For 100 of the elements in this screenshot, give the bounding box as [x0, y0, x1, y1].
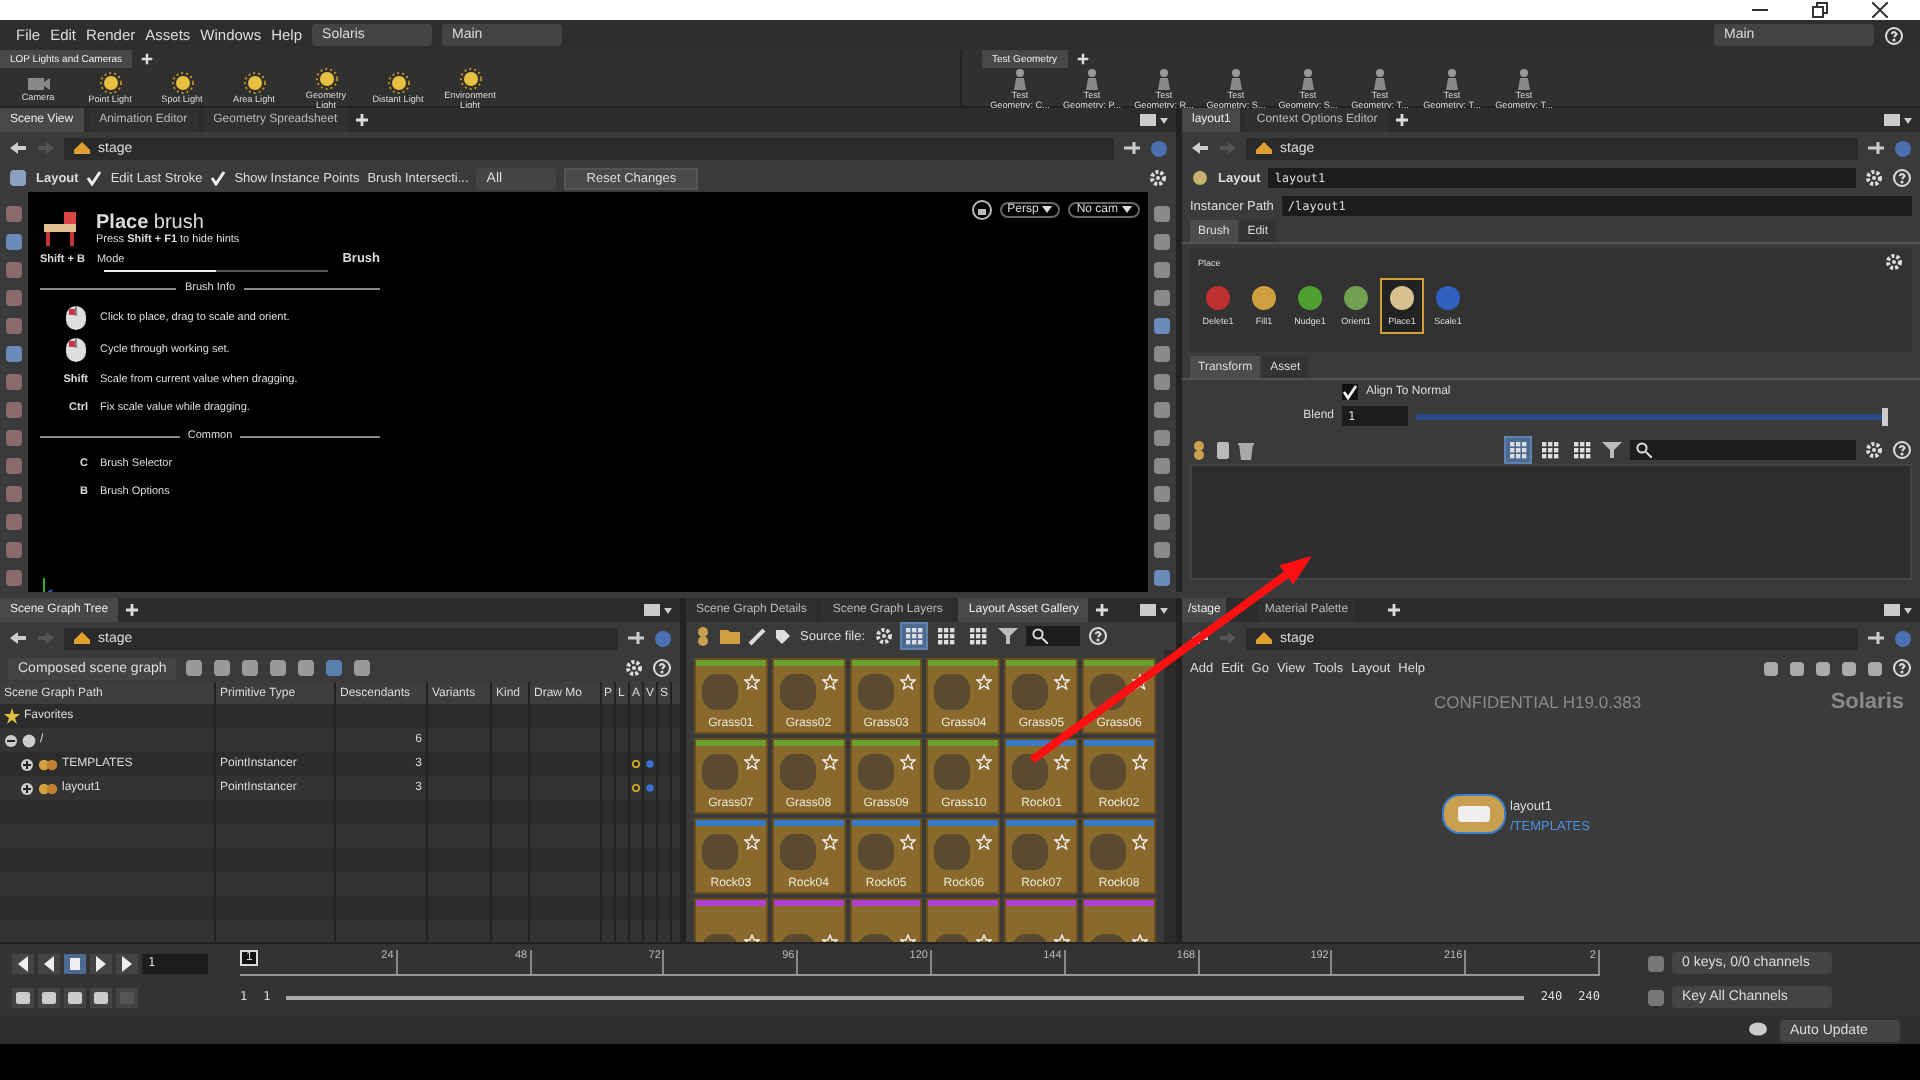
trash-icon[interactable]: [1238, 440, 1254, 460]
figure-icon[interactable]: [1444, 68, 1460, 90]
help-icon[interactable]: [1892, 440, 1912, 460]
expand-icon[interactable]: [20, 781, 34, 795]
search-field[interactable]: [1630, 440, 1856, 460]
add-tab-icon[interactable]: [353, 112, 370, 128]
stop-icon[interactable]: [64, 953, 86, 973]
toolbar-icon[interactable]: [268, 658, 289, 678]
help-icon[interactable]: [1884, 25, 1904, 45]
figure-icon[interactable]: [1372, 68, 1388, 90]
star-icon[interactable]: [899, 834, 916, 850]
star-icon[interactable]: [1132, 674, 1149, 690]
add-tab-icon[interactable]: [1075, 52, 1090, 66]
pane-menu-icon[interactable]: [1884, 602, 1912, 618]
figure-icon[interactable]: [1300, 68, 1316, 90]
grid-view-icon[interactable]: [1538, 438, 1562, 462]
toolbar-icon[interactable]: [324, 658, 345, 678]
pane-menu-icon[interactable]: [1140, 602, 1168, 618]
restore-icon[interactable]: [1812, 2, 1828, 18]
light-icon[interactable]: [387, 72, 409, 95]
figure-icon[interactable]: [1516, 68, 1532, 90]
speech-bubble-icon[interactable]: [1748, 1022, 1768, 1038]
blend-slider-fill[interactable]: [1416, 413, 1888, 419]
help-icon[interactable]: [652, 658, 672, 678]
pane-menu-icon[interactable]: [1140, 112, 1168, 128]
checkmark-icon[interactable]: [210, 170, 227, 186]
help-icon[interactable]: [1087, 626, 1108, 646]
checkmark-icon[interactable]: [86, 170, 103, 186]
pin-icon[interactable]: [1122, 140, 1142, 156]
pin-icon[interactable]: [1866, 630, 1886, 646]
expand-icon[interactable]: [20, 757, 34, 771]
pin-icon[interactable]: [626, 630, 646, 646]
playback-icon[interactable]: [38, 987, 60, 1007]
help-icon[interactable]: [1892, 658, 1912, 678]
star-icon[interactable]: [899, 674, 916, 690]
star-icon[interactable]: [743, 834, 760, 850]
grid-view-icon[interactable]: [1570, 438, 1594, 462]
back-arrow-icon[interactable]: [8, 630, 28, 646]
playback-icon[interactable]: [38, 953, 60, 973]
toolbar-icon[interactable]: [296, 658, 317, 678]
star-icon[interactable]: [821, 674, 838, 690]
layout-node[interactable]: [1442, 794, 1506, 834]
minimize-icon[interactable]: [1752, 4, 1768, 16]
filter-icon[interactable]: [997, 626, 1018, 646]
camera-icon[interactable]: [26, 74, 50, 93]
folder-icon[interactable]: [720, 628, 740, 644]
toolbar-icon[interactable]: [352, 658, 373, 678]
checkbox[interactable]: [1342, 384, 1358, 400]
collapse-icon[interactable]: [4, 733, 18, 747]
pane-menu-icon[interactable]: [644, 602, 672, 618]
star-icon[interactable]: [976, 754, 993, 770]
grid-view-icon[interactable]: [901, 624, 926, 648]
playback-icon[interactable]: [64, 987, 86, 1007]
layout-tool-icon[interactable]: [8, 168, 28, 188]
add-tab-icon[interactable]: [124, 602, 141, 618]
toolbar-icon[interactable]: [240, 658, 261, 678]
star-icon[interactable]: [1132, 754, 1149, 770]
star-icon[interactable]: [976, 674, 993, 690]
playback-icon[interactable]: [12, 987, 34, 1007]
add-tab-icon[interactable]: [1094, 602, 1111, 618]
figure-icon[interactable]: [1156, 68, 1172, 90]
light-icon[interactable]: [99, 72, 121, 95]
star-icon[interactable]: [1132, 834, 1149, 850]
star-icon[interactable]: [1054, 834, 1071, 850]
star-icon[interactable]: [1054, 754, 1071, 770]
back-arrow-icon[interactable]: [1190, 140, 1210, 156]
star-icon[interactable]: [899, 754, 916, 770]
grid-view-icon[interactable]: [933, 624, 958, 648]
add-tab-icon[interactable]: [1386, 602, 1403, 618]
back-arrow-icon[interactable]: [8, 140, 28, 156]
star-icon[interactable]: [821, 754, 838, 770]
playback-icon[interactable]: [12, 953, 34, 973]
slider-handle[interactable]: [1882, 407, 1888, 425]
grid-view-icon[interactable]: [965, 624, 990, 648]
lock-icon[interactable]: [971, 200, 992, 220]
help-icon[interactable]: [1892, 168, 1912, 188]
figure-icon[interactable]: [1228, 68, 1244, 90]
star-icon[interactable]: [976, 834, 993, 850]
star-icon[interactable]: [1054, 674, 1071, 690]
playback-icon[interactable]: [90, 987, 112, 1007]
figure-icon[interactable]: [1012, 68, 1028, 90]
playback-icon[interactable]: [116, 953, 138, 973]
clipboard-icon[interactable]: [1216, 440, 1230, 460]
add-tab-icon[interactable]: [1393, 112, 1410, 128]
light-icon[interactable]: [459, 68, 481, 90]
pencil-icon[interactable]: [748, 627, 766, 645]
toolbar-icon[interactable]: [184, 658, 205, 678]
star-icon[interactable]: [821, 834, 838, 850]
pane-menu-icon[interactable]: [1884, 112, 1912, 128]
light-icon[interactable]: [315, 68, 337, 90]
toolbar-icon[interactable]: [212, 658, 233, 678]
search-field[interactable]: [1025, 626, 1080, 646]
light-icon[interactable]: [243, 72, 265, 95]
add-tab-icon[interactable]: [140, 52, 155, 66]
light-icon[interactable]: [171, 72, 193, 95]
star-icon[interactable]: [743, 754, 760, 770]
figure-icon[interactable]: [1084, 68, 1100, 90]
playback-icon[interactable]: [90, 953, 112, 973]
tag-icon[interactable]: [774, 627, 792, 645]
filter-icon[interactable]: [1602, 440, 1622, 460]
